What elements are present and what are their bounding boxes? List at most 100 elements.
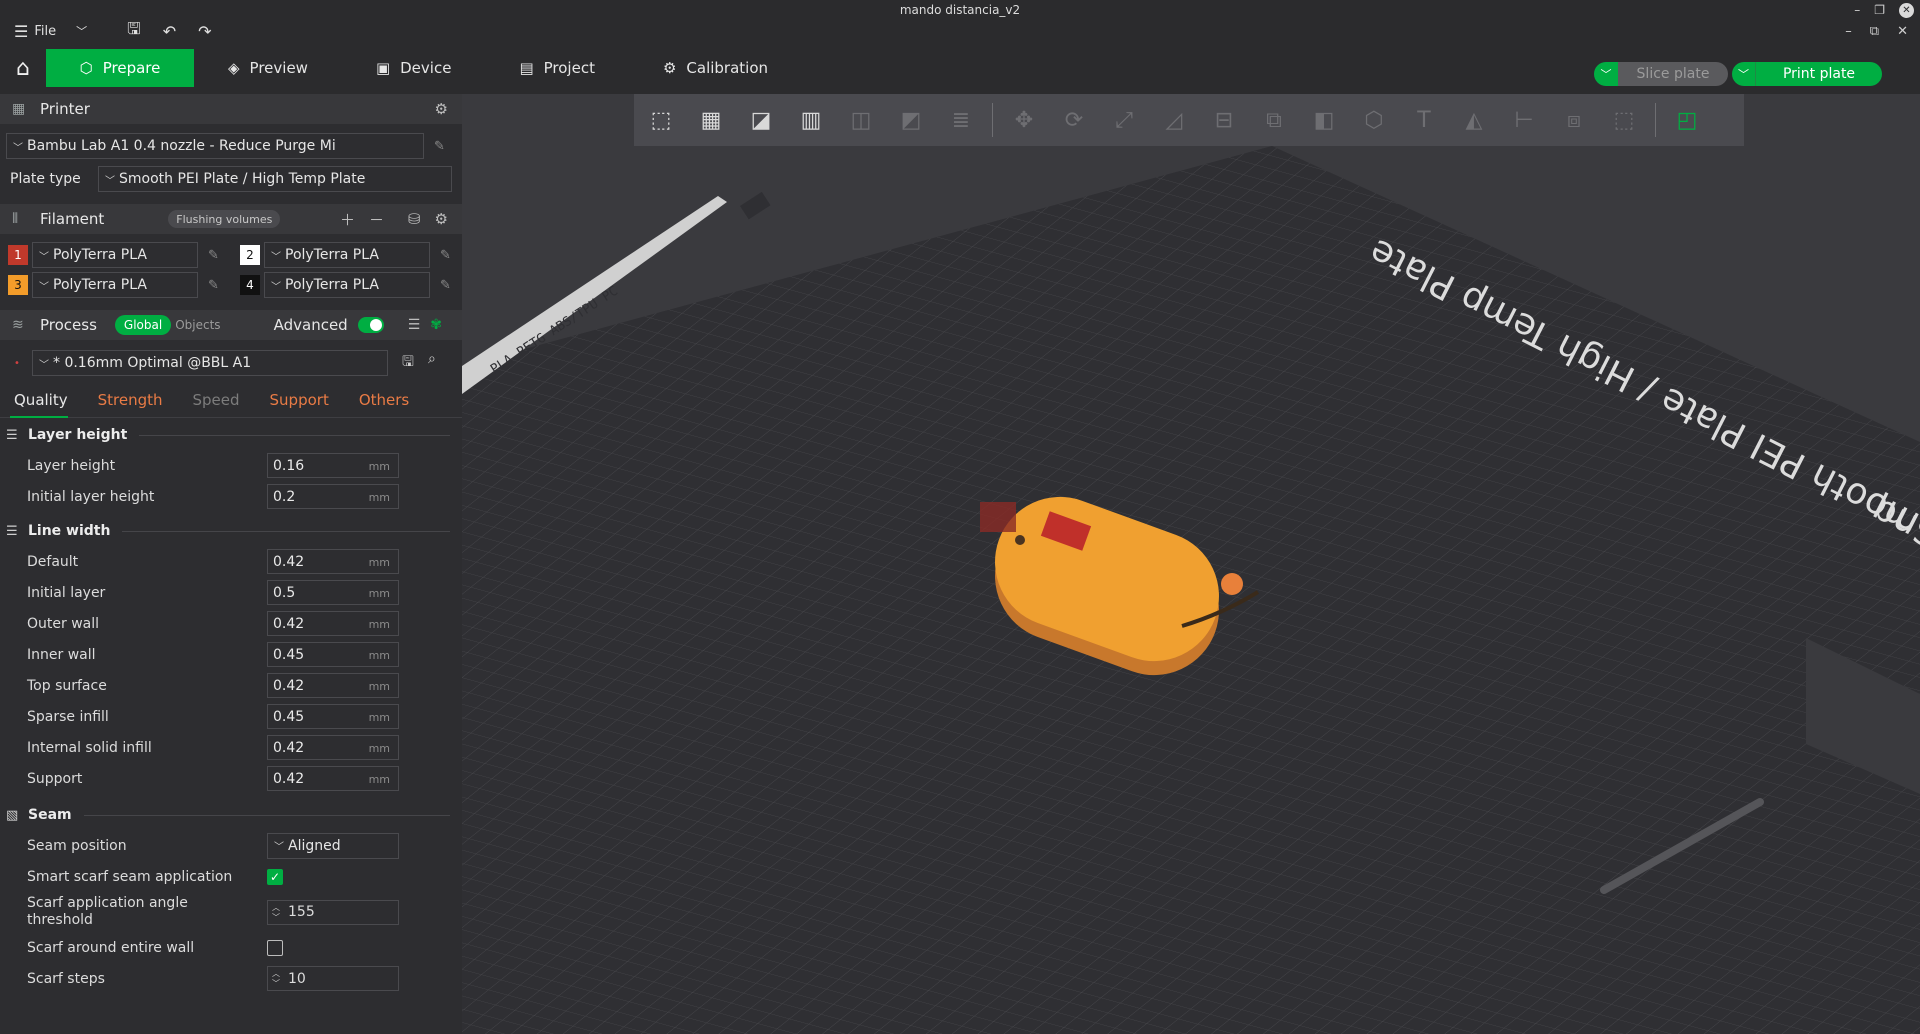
filament-select[interactable]: ﹀ PolyTerra PLA bbox=[32, 242, 198, 268]
lw-initial-input[interactable]: 0.5 mm bbox=[267, 580, 399, 605]
filament-number-badge[interactable]: 3 bbox=[8, 275, 28, 295]
lw-sparse-input[interactable]: 0.45 mm bbox=[267, 704, 399, 729]
filament-settings-gear-icon[interactable]: ⚙ bbox=[435, 210, 448, 228]
objects-toggle[interactable]: Objects bbox=[175, 318, 220, 332]
filament-number-badge[interactable]: 2 bbox=[240, 245, 260, 265]
home-icon[interactable]: ⌂ bbox=[0, 42, 46, 94]
measure-icon[interactable]: ⊢ bbox=[1505, 101, 1543, 139]
auto-orient-icon[interactable]: ◪ bbox=[742, 101, 780, 139]
search-icon[interactable]: ⌕ bbox=[428, 351, 436, 375]
add-plate-icon[interactable]: ▦ bbox=[692, 101, 730, 139]
edit-printer-icon[interactable]: ✎ bbox=[434, 139, 445, 154]
edit-filament-icon[interactable]: ✎ bbox=[208, 278, 219, 293]
support-paint-icon[interactable]: ◧ bbox=[1305, 101, 1343, 139]
subtab-support[interactable]: Support bbox=[270, 391, 329, 409]
slice-plate-button[interactable]: Slice plate bbox=[1618, 62, 1728, 86]
rotate-icon[interactable]: ⟳ bbox=[1055, 101, 1093, 139]
layer-height-input[interactable]: 0.16 mm bbox=[267, 453, 399, 478]
scarf-around-checkbox[interactable] bbox=[267, 939, 283, 956]
list-icon[interactable]: ☰ bbox=[408, 317, 421, 333]
assembly-icon[interactable]: ⧈ bbox=[1555, 101, 1593, 139]
tab-project[interactable]: ▤ Project bbox=[485, 49, 629, 87]
3d-viewport[interactable]: PLA PETG ABS/TPU PC Smooth PEI Plate / H… bbox=[462, 94, 1920, 1034]
tab-preview[interactable]: ◈ Preview bbox=[194, 49, 342, 87]
tab-prepare[interactable]: ⬡ Prepare bbox=[46, 49, 194, 87]
layers-editing-icon[interactable]: ≣ bbox=[942, 101, 980, 139]
subtab-quality[interactable]: Quality bbox=[14, 391, 68, 409]
lw-support-input[interactable]: 0.42 mm bbox=[267, 766, 399, 791]
boolean-icon[interactable]: ⧉ bbox=[1255, 101, 1293, 139]
move-icon[interactable]: ✥ bbox=[1005, 101, 1043, 139]
smart-scarf-checkbox[interactable]: ✓ bbox=[267, 868, 283, 885]
redo-icon[interactable]: ↷ bbox=[198, 22, 211, 41]
advanced-switch[interactable] bbox=[357, 317, 384, 333]
save-icon[interactable]: 🖫 bbox=[127, 18, 141, 45]
split-parts-icon[interactable]: ◩ bbox=[892, 101, 930, 139]
subtab-strength[interactable]: Strength bbox=[98, 391, 163, 409]
plate-type-select[interactable]: ﹀ Smooth PEI Plate / High Temp Plate bbox=[98, 166, 452, 192]
process-preset-select[interactable]: ﹀ * 0.16mm Optimal @BBL A1 bbox=[32, 350, 388, 376]
subtab-speed[interactable]: Speed bbox=[193, 391, 240, 409]
divider bbox=[83, 814, 450, 816]
save-preset-icon[interactable]: 🖫 bbox=[402, 351, 414, 375]
printer-preset-select[interactable]: ﹀ Bambu Lab A1 0.4 nozzle - Reduce Purge… bbox=[6, 133, 424, 159]
flushing-volumes-button[interactable]: Flushing volumes bbox=[168, 210, 281, 228]
build-plate-scene[interactable]: PLA PETG ABS/TPU PC Smooth PEI Plate / H… bbox=[462, 94, 1920, 1034]
file-menu[interactable]: ☰ File ﹀ bbox=[14, 22, 87, 41]
cut-icon[interactable]: ⊟ bbox=[1205, 101, 1243, 139]
spinner-arrows-icon[interactable]: ︿ ﹀ bbox=[272, 903, 280, 923]
view-toggle-icon[interactable]: ◰ bbox=[1668, 101, 1706, 139]
lw-internal-input[interactable]: 0.42 mm bbox=[267, 735, 399, 760]
bounding-box-icon[interactable]: ⬚ bbox=[1605, 101, 1643, 139]
lw-default-input[interactable]: 0.42 mm bbox=[267, 549, 399, 574]
print-dropdown-icon[interactable]: ﹀ bbox=[1732, 62, 1756, 86]
lw-outer-input[interactable]: 0.42 mm bbox=[267, 611, 399, 636]
tab-calibration[interactable]: ⚙ Calibration bbox=[629, 49, 802, 87]
app-restore-icon[interactable]: ⧉ bbox=[1870, 24, 1879, 39]
scarf-angle-spinner[interactable]: ︿ ﹀ 155 bbox=[267, 899, 399, 925]
add-object-icon[interactable]: ⬚ bbox=[642, 101, 680, 139]
printer-section-title: Printer bbox=[40, 100, 90, 118]
split-objects-icon[interactable]: ◫ bbox=[842, 101, 880, 139]
filament-number-badge[interactable]: 4 bbox=[240, 275, 260, 295]
minimize-icon[interactable]: – bbox=[1854, 3, 1860, 17]
remove-filament-icon[interactable]: － bbox=[369, 209, 384, 230]
printer-settings-gear-icon[interactable]: ⚙ bbox=[435, 100, 448, 118]
text-icon[interactable]: T bbox=[1405, 101, 1443, 139]
color-paint-icon[interactable]: ◭ bbox=[1455, 101, 1493, 139]
initial-layer-height-input[interactable]: 0.2 mm bbox=[267, 484, 399, 509]
seam-position-select[interactable]: ﹀ Aligned bbox=[267, 832, 399, 859]
lay-on-face-icon[interactable]: ◿ bbox=[1155, 101, 1193, 139]
filament-select[interactable]: ﹀ PolyTerra PLA bbox=[32, 272, 198, 298]
edit-filament-icon[interactable]: ✎ bbox=[208, 248, 219, 263]
filament-select[interactable]: ﹀ PolyTerra PLA bbox=[264, 272, 430, 298]
seam-paint-icon[interactable]: ⬡ bbox=[1355, 101, 1393, 139]
app-close-icon[interactable]: ✕ bbox=[1897, 24, 1908, 39]
edit-filament-icon[interactable]: ✎ bbox=[440, 248, 451, 263]
scarf-steps-spinner[interactable]: ︿ ﹀ 10 bbox=[267, 966, 399, 991]
filament-number-badge[interactable]: 1 bbox=[8, 245, 28, 265]
close-icon[interactable]: ✕ bbox=[1899, 2, 1914, 18]
arrange-icon[interactable]: ▥ bbox=[792, 101, 830, 139]
compare-icon[interactable]: ✾ bbox=[430, 317, 442, 333]
spinner-arrows-icon[interactable]: ︿ ﹀ bbox=[272, 969, 280, 989]
slice-dropdown-icon[interactable]: ﹀ bbox=[1594, 62, 1618, 86]
lw-inner-input[interactable]: 0.45 mm bbox=[267, 642, 399, 667]
edit-filament-icon[interactable]: ✎ bbox=[440, 278, 451, 293]
add-filament-icon[interactable]: ＋ bbox=[340, 209, 355, 230]
process-preset-value: * 0.16mm Optimal @BBL A1 bbox=[53, 355, 252, 371]
option-label: Initial layer bbox=[27, 584, 106, 601]
layers-icon: ◈ bbox=[228, 59, 240, 77]
restore-icon[interactable]: ❐ bbox=[1874, 3, 1885, 17]
undo-icon[interactable]: ↶ bbox=[163, 22, 176, 41]
lw-top-input[interactable]: 0.42 mm bbox=[267, 673, 399, 698]
app-minimize-icon[interactable]: – bbox=[1845, 24, 1852, 39]
subtab-others[interactable]: Others bbox=[359, 391, 409, 409]
filament-select[interactable]: ﹀ PolyTerra PLA bbox=[264, 242, 430, 268]
global-toggle[interactable]: Global bbox=[114, 315, 172, 335]
sync-filament-icon[interactable]: ⛁ bbox=[408, 210, 421, 228]
print-plate-button[interactable]: Print plate bbox=[1756, 62, 1882, 86]
chevron-down-icon[interactable]: ﹀ bbox=[76, 23, 87, 39]
tab-device[interactable]: ▣ Device bbox=[342, 49, 486, 87]
scale-icon[interactable]: ⤢ bbox=[1105, 101, 1143, 139]
